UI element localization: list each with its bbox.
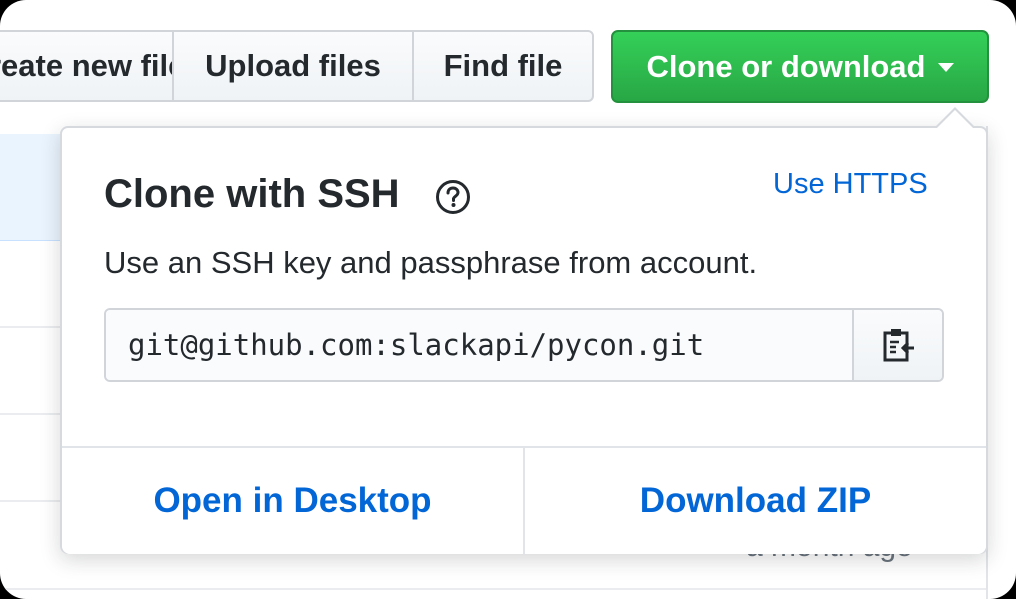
question-circle-icon[interactable] bbox=[435, 179, 471, 215]
find-file-button[interactable]: Find file bbox=[412, 30, 594, 102]
clone-url-input[interactable] bbox=[106, 310, 852, 380]
clone-button-label: Clone or download bbox=[646, 48, 926, 84]
popover-description: Use an SSH key and passphrase from accou… bbox=[104, 245, 758, 280]
clone-or-download-button[interactable]: Clone or download bbox=[611, 30, 989, 103]
popover-footer: Open in Desktop Download ZIP bbox=[62, 446, 986, 554]
open-in-desktop-link[interactable]: Open in Desktop bbox=[62, 448, 523, 554]
caret-down-icon bbox=[937, 63, 954, 72]
copy-url-button[interactable] bbox=[852, 310, 942, 380]
popover-title: Clone with SSH bbox=[104, 172, 400, 216]
use-https-link[interactable]: Use HTTPS bbox=[773, 168, 928, 201]
clone-url-group bbox=[104, 308, 944, 382]
popover-arrow-fill bbox=[937, 110, 973, 128]
upload-files-button[interactable]: Upload files bbox=[172, 30, 414, 102]
clipboard-icon bbox=[883, 329, 914, 362]
row-divider bbox=[0, 588, 986, 590]
screen-frame: a month ago Create new file Upload files… bbox=[0, 0, 1016, 599]
create-new-file-button[interactable]: Create new file bbox=[0, 30, 185, 102]
file-actions-group: Create new file Upload files Find file bbox=[0, 30, 594, 102]
download-zip-link[interactable]: Download ZIP bbox=[525, 448, 986, 554]
